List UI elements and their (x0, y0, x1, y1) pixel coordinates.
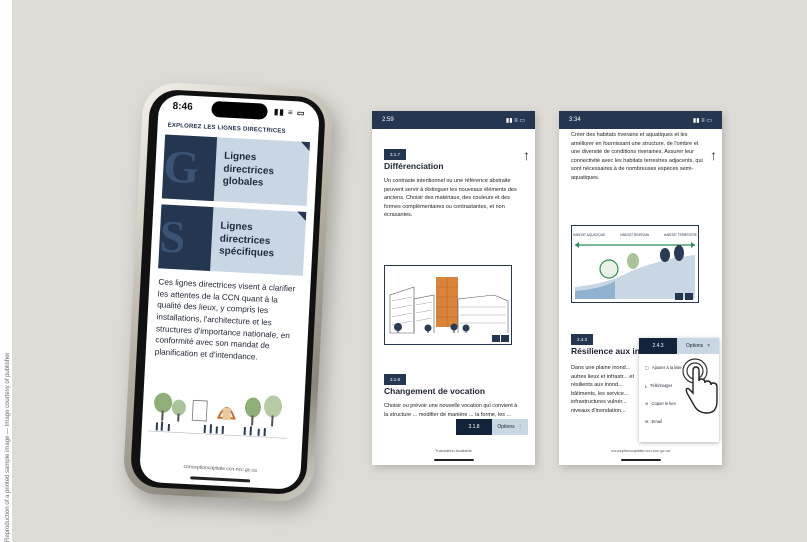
screen-differentiation: 2:59 ▮▮ ≡ ▭ 3.1.7 ↑ Différenciation Un c… (372, 111, 535, 465)
download-icon: ⤓ (645, 382, 647, 388)
scroll-up-icon[interactable]: ↑ (523, 147, 530, 163)
toolbar-code: 3.1.8 (456, 419, 492, 435)
menu-header: 2.4.3 Options × (639, 338, 719, 354)
tap-hand-icon (682, 358, 718, 414)
status-bar: 2:59 ▮▮ ≡ ▭ (372, 111, 535, 129)
status-bar: 3:34 ▮▮ ≡ ▭ (559, 111, 722, 129)
scroll-up-icon[interactable]: ↑ (710, 147, 717, 163)
close-icon: × (707, 343, 711, 349)
bottom-toolbar: 3.1.8 Options ⋮ (456, 419, 528, 435)
card-global-guidelines[interactable]: G Lignes directrices globales (161, 134, 310, 206)
status-icons: ▮▮ ≡ ▭ (273, 106, 306, 118)
section-heading: EXPLOREZ LES LIGNES DIRECTRICES (167, 122, 286, 135)
section-title: Différenciation (384, 161, 444, 171)
section-title: Changement de vocation (384, 386, 486, 396)
intro-paragraph: Ces lignes directrices visent à clarifie… (154, 277, 296, 362)
mail-icon: ✉ (645, 418, 649, 424)
phone-screen: 8:46 ▮▮ ≡ ▭ EXPLOREZ LES LIGNES DIRECTRI… (138, 94, 321, 491)
status-time: 3:34 (569, 117, 581, 123)
dynamic-island (210, 100, 268, 120)
home-indicator[interactable] (620, 459, 661, 461)
more-vertical-icon: ⋮ (517, 424, 523, 430)
card-label: Lignes directrices spécifiques (218, 220, 275, 260)
phone-device: 8:46 ▮▮ ≡ ▭ EXPLOREZ LES LIGNES DIRECTRI… (122, 81, 334, 503)
status-time: 8:46 (172, 100, 193, 113)
options-button[interactable]: Options ⋮ (492, 419, 528, 435)
card-label: Lignes directrices globales (222, 150, 275, 189)
card-letter: G (161, 134, 218, 202)
card-specific-guidelines[interactable]: S Lignes directrices spécifiques (158, 204, 307, 276)
section-body: Un contraste intentionnel ou une référen… (384, 178, 517, 219)
home-indicator[interactable] (433, 459, 474, 461)
section-content: Changement de vocation Choisir ou prévoi… (384, 382, 520, 419)
section-body: Choisir ou prévoir une nouvelle vocation… (384, 403, 518, 418)
building-illustration (384, 265, 512, 345)
section-body: Créer des habitats riverains et aquatiqu… (571, 132, 703, 181)
link-icon: ⊘ (645, 400, 649, 406)
bookmark-icon: ▢ (645, 364, 649, 370)
photo-credit: Reproduction of a printed sample image —… (5, 352, 11, 542)
section-title: Résilience aux in (571, 346, 640, 356)
status-icons: ▮▮ ≡ ▭ (692, 117, 712, 124)
section-content: Différenciation Un contraste intentionne… (384, 157, 520, 220)
footer-url[interactable]: conceptioncapitale.ccn-ncc.gc.ca (140, 462, 301, 476)
menu-options-tab[interactable]: Options × (677, 338, 719, 354)
card-letter: S (158, 204, 214, 272)
diagram-labels: HABITAT AQUATIQUE HABITAT RIVERAIN HABITAT… (573, 233, 697, 237)
corner-triangle-icon (300, 141, 310, 152)
screen-resilience: 3:34 ▮▮ ≡ ▭ Créer des habitats riverains… (559, 111, 722, 465)
status-time: 2:59 (382, 117, 394, 123)
menu-code: 2.4.3 (639, 338, 677, 354)
section-content: Résilience aux in Dans une plaine inond.… (571, 342, 645, 415)
translation-notice[interactable]: Translation Available (372, 448, 535, 453)
status-icons: ▮▮ ≡ ▭ (505, 117, 525, 124)
corner-triangle-icon (296, 211, 307, 221)
section-body: Dans une plaine inond... autres lieux et… (571, 365, 634, 414)
footer-url[interactable]: conceptioncapitale.ccn-ncc.gc.ca (559, 448, 722, 453)
home-indicator[interactable] (189, 476, 250, 483)
landscape-illustration (147, 384, 290, 444)
